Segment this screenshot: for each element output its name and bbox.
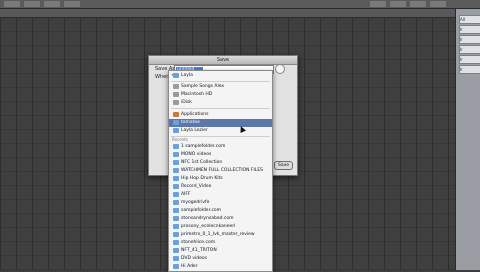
- folder-icon: [173, 184, 179, 189]
- panel-item[interactable]: Ir: [459, 45, 480, 54]
- toolbar-button-edit[interactable]: [24, 1, 40, 7]
- menu-item-recent[interactable]: WATCHMEN FULL COLLECTION FILES: [169, 167, 272, 175]
- applications-icon: [173, 112, 179, 117]
- folder-icon: [173, 176, 179, 181]
- timeline-ruler[interactable]: [0, 9, 455, 18]
- folder-icon: [173, 216, 179, 221]
- folder-icon: [173, 264, 179, 269]
- menu-item-recent[interactable]: samplefolder.com: [169, 207, 272, 215]
- toolbar-button-overlap[interactable]: [430, 1, 446, 7]
- menu-item-current[interactable]: Layla: [169, 72, 272, 80]
- folder-icon: [173, 248, 179, 253]
- disk-icon: [173, 84, 179, 89]
- toolbar-button-audio[interactable]: [44, 1, 60, 7]
- folder-icon: [173, 168, 179, 173]
- menu-item-place[interactable]: Applications: [169, 111, 272, 119]
- menu-item-device[interactable]: Macintosh HD: [169, 91, 272, 99]
- menu-item-recent[interactable]: stonehlice.com: [169, 239, 272, 247]
- menu-item-device[interactable]: iDisk: [169, 99, 272, 107]
- panel-item[interactable]: Ir: [459, 55, 480, 64]
- folder-icon: [173, 240, 179, 245]
- menu-item-recent[interactable]: primetrx_0_1_Ivk_master_review: [169, 231, 272, 239]
- menu-item-recent[interactable]: MONO videos: [169, 151, 272, 159]
- folder-icon: [173, 160, 179, 165]
- folder-icon: [173, 73, 179, 78]
- folder-icon: [173, 144, 179, 149]
- recents-header: Recents: [172, 137, 188, 142]
- menu-item-recent[interactable]: DVD videos: [169, 255, 272, 263]
- menu-item-place[interactable]: Layla Lozier: [169, 127, 272, 135]
- menu-item-place-highlighted[interactable]: tomatoe: [169, 119, 272, 127]
- toolbar: [0, 0, 480, 9]
- folder-icon: [173, 192, 179, 197]
- media-browser-panel: All Ir Ir Ir Ir Ir: [455, 9, 480, 270]
- menu-item-device[interactable]: Sample Songs Alex: [169, 83, 272, 91]
- menu-separator: [171, 108, 270, 109]
- folder-icon: [173, 200, 179, 205]
- home-folder-icon: [173, 120, 179, 125]
- toolbar-button-smart[interactable]: [390, 1, 406, 7]
- save-button[interactable]: Save: [274, 161, 293, 170]
- panel-item[interactable]: Ir: [459, 35, 480, 44]
- panel-item[interactable]: Ir: [459, 25, 480, 34]
- folder-icon: [173, 128, 179, 133]
- dialog-title: Save: [149, 56, 297, 65]
- panel-item[interactable]: All: [459, 15, 480, 24]
- menu-item-recent[interactable]: NFC 1st Collection: [169, 159, 272, 167]
- toolbar-button-snap[interactable]: [370, 1, 386, 7]
- panel-item[interactable]: Ir: [459, 65, 480, 74]
- menu-item-recent[interactable]: Record_Video: [169, 183, 272, 191]
- menu-item-recent[interactable]: myogedrivfe: [169, 199, 272, 207]
- menu-item-recent[interactable]: Hip Hop Drum Kits: [169, 175, 272, 183]
- toolbar-button-drag[interactable]: [410, 1, 426, 7]
- folder-icon: [173, 224, 179, 229]
- expand-dialog-button[interactable]: [275, 64, 285, 74]
- menu-separator: [171, 81, 270, 82]
- toolbar-button-region[interactable]: [4, 1, 20, 7]
- folder-icon: [173, 256, 179, 261]
- disk-icon: [173, 100, 179, 105]
- folder-icon: [173, 208, 179, 213]
- menu-item-recent[interactable]: prosony_ecelecnkaneerl: [169, 223, 272, 231]
- toolbar-button-view[interactable]: [64, 1, 80, 7]
- folder-icon: [173, 152, 179, 157]
- disk-icon: [173, 92, 179, 97]
- menu-item-recent[interactable]: NFT_41_TRITON: [169, 247, 272, 255]
- menu-item-recent[interactable]: 1 samplefolder.com: [169, 143, 272, 151]
- menu-item-recent[interactable]: AIFF: [169, 191, 272, 199]
- menu-item-recent[interactable]: stonsandrynsabad.com: [169, 215, 272, 223]
- folder-icon: [173, 232, 179, 237]
- where-popup-menu: ✓ Layla Sample Songs Alex Macintosh HD i…: [168, 70, 273, 272]
